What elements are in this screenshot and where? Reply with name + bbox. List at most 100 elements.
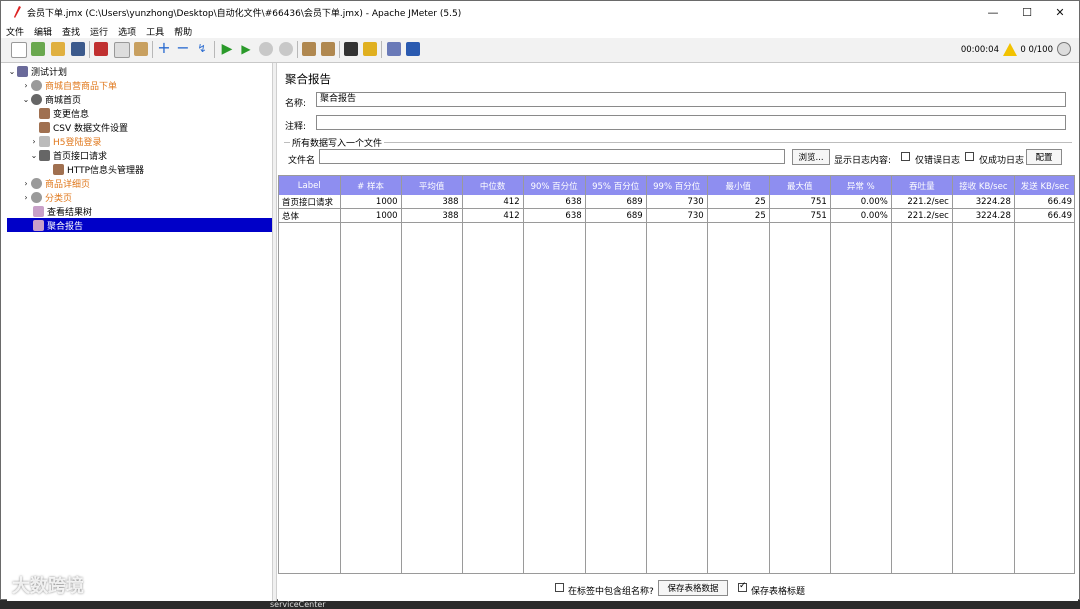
tree-node-product-detail[interactable]: › 商品详细页 xyxy=(21,176,90,190)
include-group-checkbox[interactable] xyxy=(555,583,564,592)
col-header[interactable]: 发送 KB/sec xyxy=(1014,176,1074,195)
col-header[interactable]: 接收 KB/sec xyxy=(952,176,1015,195)
start-icon[interactable]: ▶ xyxy=(220,42,234,56)
clear-icon[interactable] xyxy=(302,42,316,56)
tree-node-thread-group-2[interactable]: ⌄ 商城首页 xyxy=(21,92,81,106)
col-header[interactable]: 90% 百分位 xyxy=(523,176,586,195)
watermark-text: 大数跨境 xyxy=(12,576,84,597)
menu-file[interactable]: 文件 xyxy=(1,23,29,38)
split-pane-divider[interactable] xyxy=(272,63,277,601)
search-icon[interactable] xyxy=(344,42,358,56)
collapse-chevron-icon[interactable]: ⌄ xyxy=(21,95,31,104)
copy-icon[interactable] xyxy=(114,42,130,58)
tree-node-homepage-request[interactable]: ⌄ 首页接口请求 xyxy=(29,148,107,162)
open-icon[interactable] xyxy=(51,42,65,56)
file-label: 文件名 xyxy=(288,156,316,166)
save-header-label: 保存表格标题 xyxy=(751,587,806,597)
test-plan-tree: ⌄ 测试计划 › 商城自营商品下单 ⌄ 商城首页 变更信息 CSV 数据文件设置 › H… xyxy=(7,63,272,601)
close-button[interactable]: ✕ xyxy=(1044,1,1076,23)
paste-icon[interactable] xyxy=(134,42,148,56)
clear-all-icon[interactable] xyxy=(321,42,335,56)
jmeter-feather-icon xyxy=(14,6,21,18)
configure-button[interactable]: 配置 xyxy=(1026,149,1062,165)
remote-globe-icon[interactable] xyxy=(1057,42,1071,56)
col-header[interactable]: 95% 百分位 xyxy=(585,176,647,195)
table-cell: 总体 xyxy=(279,208,341,223)
expand-chevron-icon[interactable]: › xyxy=(21,193,31,202)
gear-icon xyxy=(31,191,42,203)
expand-icon[interactable]: + xyxy=(157,40,171,56)
success-only-checkbox[interactable] xyxy=(965,152,974,161)
menu-options[interactable]: 选项 xyxy=(113,23,141,38)
minimize-button[interactable]: — xyxy=(977,1,1009,23)
col-header[interactable]: 吞吐量 xyxy=(891,176,953,195)
results-table: Label # 样本 平均值 中位数 90% 百分位 95% 百分位 99% 百… xyxy=(278,175,1075,574)
warning-icon[interactable] xyxy=(1003,43,1017,56)
filename-field[interactable] xyxy=(319,149,785,164)
table-cell: 388 xyxy=(401,208,463,223)
tree-node-aggregate-report[interactable]: 聚合报告 xyxy=(7,218,272,232)
table-cell: 0.00% xyxy=(830,208,892,223)
browse-button[interactable]: 浏览... xyxy=(792,149,830,165)
menu-run[interactable]: 运行 xyxy=(85,23,113,38)
table-cell: 221.2/sec xyxy=(891,195,953,209)
col-header[interactable]: Label xyxy=(279,176,341,195)
tree-node-thread-group-1[interactable]: › 商城自营商品下单 xyxy=(21,78,117,92)
table-row[interactable]: 首页接口请求 1000 388 412 638 689 730 25 751 0… xyxy=(279,195,1074,209)
tree-node-category[interactable]: › 分类页 xyxy=(21,190,72,204)
help-icon[interactable] xyxy=(406,42,420,56)
table-row[interactable]: 总体 1000 388 412 638 689 730 25 751 0.00%… xyxy=(279,208,1074,223)
menu-edit[interactable]: 编辑 xyxy=(29,23,57,38)
save-icon[interactable] xyxy=(71,42,85,56)
comment-field[interactable] xyxy=(316,115,1066,130)
start-no-pause-icon[interactable]: ▶ xyxy=(239,42,253,56)
maximize-button[interactable]: ☐ xyxy=(1011,1,1043,23)
collapse-chevron-icon[interactable]: ⌄ xyxy=(7,67,17,76)
tree-node-test-plan[interactable]: ⌄ 测试计划 xyxy=(7,64,67,78)
name-field[interactable]: 聚合报告 xyxy=(316,92,1066,107)
tree-node-label: 聚合报告 xyxy=(47,221,84,232)
table-cell: 388 xyxy=(401,195,463,209)
templates-icon[interactable] xyxy=(31,42,45,56)
collapse-chevron-icon[interactable]: ⌄ xyxy=(29,151,39,160)
toggle-icon[interactable]: ↯ xyxy=(195,42,209,56)
expand-chevron-icon[interactable]: › xyxy=(21,179,31,188)
chart-icon xyxy=(33,205,44,217)
collapse-icon[interactable]: − xyxy=(176,40,190,56)
tree-node-header-manager[interactable]: HTTP信息头管理器 xyxy=(53,162,144,176)
menu-help[interactable]: 帮助 xyxy=(169,23,197,38)
expand-chevron-icon[interactable]: › xyxy=(29,137,39,146)
col-header[interactable]: 异常 % xyxy=(830,176,892,195)
table-cell: 730 xyxy=(646,208,708,223)
col-header[interactable]: 平均值 xyxy=(401,176,463,195)
table-footer: 在标签中包含组名称? 保存表格数据 保存表格标题 xyxy=(278,575,1075,601)
shutdown-icon[interactable] xyxy=(279,42,293,56)
table-cell: 638 xyxy=(523,208,586,223)
table-cell: 412 xyxy=(462,208,524,223)
stop-icon[interactable] xyxy=(259,42,273,56)
cut-icon[interactable] xyxy=(94,42,108,56)
table-cell: 3224.28 xyxy=(952,195,1015,209)
reset-search-icon[interactable] xyxy=(363,42,377,56)
save-header-checkbox[interactable] xyxy=(738,581,747,592)
save-table-button[interactable]: 保存表格数据 xyxy=(658,580,728,596)
tree-node-csv[interactable]: CSV 数据文件设置 xyxy=(39,120,128,134)
col-header[interactable]: # 样本 xyxy=(340,176,402,195)
tree-node-label: H5登陆登录 xyxy=(53,137,102,148)
table-cell: 730 xyxy=(646,195,708,209)
expand-chevron-icon[interactable]: › xyxy=(21,81,31,90)
col-header[interactable]: 中位数 xyxy=(462,176,524,195)
menu-search[interactable]: 查找 xyxy=(57,23,85,38)
tree-node-results-tree[interactable]: 查看结果树 xyxy=(33,204,92,218)
tree-node-login[interactable]: › H5登陆登录 xyxy=(29,134,102,148)
menu-tools[interactable]: 工具 xyxy=(141,23,169,38)
col-header[interactable]: 最小值 xyxy=(707,176,770,195)
tree-node-variables[interactable]: 变更信息 xyxy=(39,106,89,120)
col-header[interactable]: 99% 百分位 xyxy=(646,176,708,195)
errors-only-checkbox[interactable] xyxy=(901,152,910,161)
new-icon[interactable] xyxy=(11,42,27,58)
col-header[interactable]: 最大值 xyxy=(769,176,831,195)
pipette-icon xyxy=(39,135,50,147)
table-cell: 751 xyxy=(769,195,831,209)
function-helper-icon[interactable] xyxy=(387,42,401,56)
